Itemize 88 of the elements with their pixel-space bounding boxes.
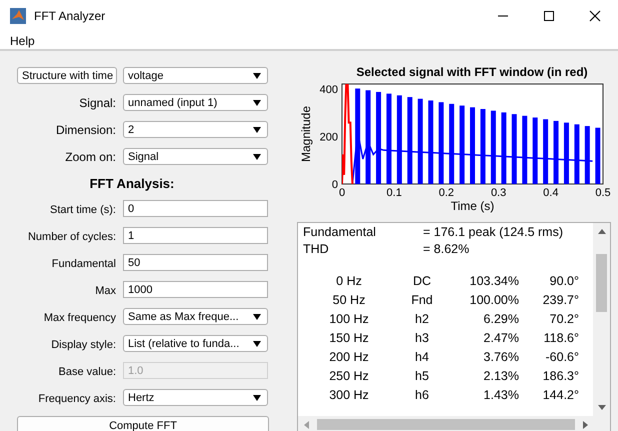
- table-cell-text: 70.2°: [548, 312, 579, 326]
- table-cell-text: 100.00%: [468, 292, 519, 306]
- table-cell-text: DC: [412, 274, 432, 288]
- table-cell-text: 186.3°: [542, 368, 579, 382]
- structure-button[interactable]: Structure with time: [17, 67, 117, 84]
- menu-item[interactable]: Help: [10, 34, 35, 48]
- field-label: Signal:: [78, 96, 116, 110]
- axis-tick-label: 0.1: [386, 187, 402, 199]
- select-dropdown[interactable]: List (relative to funda...: [123, 335, 268, 352]
- field-label: Display style:: [51, 338, 116, 350]
- table-cell-text: 144.2°: [542, 388, 579, 402]
- compute-button[interactable]: Compute FFT: [17, 416, 269, 431]
- axis-tick-label: 0.5: [595, 187, 611, 199]
- caret-icon: [253, 154, 261, 160]
- table-cell-text: 200 Hz: [328, 350, 370, 364]
- field-label: Dimension:: [54, 122, 116, 136]
- scroll-thumb[interactable]: [596, 254, 607, 312]
- table-cell-text: 50 Hz: [332, 292, 366, 306]
- input-field[interactable]: 0: [123, 200, 268, 217]
- maximize-icon[interactable]: [543, 10, 555, 22]
- table-cell-text: 300 Hz: [328, 388, 370, 402]
- table-cell-text: h3: [414, 330, 430, 344]
- table-cell-text: 100 Hz: [328, 312, 370, 326]
- table-cell-text: 6.29%: [482, 312, 519, 326]
- variable-dropdown[interactable]: voltage: [123, 67, 268, 84]
- table-cell-text: Fnd: [410, 292, 434, 306]
- app-icon: [10, 8, 26, 24]
- table-cell-text: -60.6°: [544, 350, 579, 364]
- axis-tick-label: 400: [320, 84, 338, 96]
- table-cell-text: 90.0°: [548, 274, 579, 288]
- close-icon[interactable]: [589, 10, 601, 22]
- table-cell-text: h5: [414, 368, 430, 382]
- table-cell-text: h4: [414, 350, 430, 364]
- table-cell-text: h2: [414, 312, 430, 326]
- table-cell-text: 103.34%: [468, 274, 519, 288]
- axis-label: Time (s): [450, 199, 494, 213]
- select-dropdown[interactable]: Hertz: [123, 389, 268, 406]
- caret-icon: [253, 100, 261, 106]
- input-field[interactable]: 1000: [123, 281, 268, 298]
- caret-icon: [253, 72, 261, 78]
- field-label: Fundamental: [52, 258, 116, 270]
- field-label: Frequency axis:: [38, 392, 116, 404]
- input-field[interactable]: 1: [123, 227, 268, 244]
- table-cell-text: 150 Hz: [328, 330, 370, 344]
- axis-tick-label: 0.2: [438, 187, 454, 199]
- select-dropdown[interactable]: Same as Max freque...: [123, 308, 268, 325]
- field-label: Max frequency: [44, 312, 116, 324]
- window-title: FFT Analyzer: [34, 9, 106, 23]
- input-field[interactable]: 50: [123, 254, 268, 271]
- axis-tick-label: 0: [338, 187, 346, 199]
- table-cell-text: 239.7°: [542, 292, 579, 306]
- section-heading: FFT Analysis:: [88, 176, 176, 191]
- result-value: = 8.62%: [423, 242, 470, 256]
- table-cell-text: 250 Hz: [328, 368, 370, 382]
- caret-icon: [253, 314, 261, 320]
- table-cell-text: 118.6°: [542, 330, 579, 344]
- result-name: THD: [303, 242, 330, 256]
- table-cell-text: 0 Hz: [335, 274, 363, 288]
- select-dropdown[interactable]: 2: [123, 121, 268, 138]
- scroll-right-icon[interactable]: [583, 420, 588, 428]
- field-label: Start time (s):: [50, 204, 116, 216]
- field-label: Max: [95, 284, 116, 296]
- axis-tick-label: 0.4: [543, 187, 558, 199]
- table-cell-text: h6: [414, 388, 430, 402]
- scroll-thumb[interactable]: [317, 419, 575, 430]
- caret-icon: [253, 340, 261, 346]
- caret-icon: [253, 126, 261, 132]
- axis-tick-label: 0: [332, 179, 338, 191]
- table-cell-text: 2.47%: [482, 330, 519, 344]
- scroll-down-icon[interactable]: [598, 405, 606, 410]
- scroll-up-icon[interactable]: [598, 229, 606, 234]
- axis-label: Magnitude: [299, 106, 313, 162]
- horizontal-scrollbar[interactable]: [298, 416, 610, 431]
- field-label: Base value:: [58, 366, 116, 378]
- select-dropdown[interactable]: unnamed (input 1): [123, 94, 268, 111]
- table-cell-text: 1.43%: [482, 388, 519, 402]
- table-cell-text: 3.76%: [482, 350, 519, 364]
- field-label: Number of cycles:: [28, 230, 116, 242]
- table-cell-text: 2.13%: [482, 368, 519, 382]
- select-dropdown[interactable]: Signal: [123, 148, 268, 165]
- vertical-scrollbar[interactable]: [593, 223, 610, 416]
- axis-tick-label: 0.3: [490, 187, 506, 199]
- caret-icon: [253, 394, 261, 400]
- field-label: Zoom on:: [64, 150, 116, 164]
- result-name: Fundamental: [303, 224, 377, 238]
- axis-tick-label: 200: [320, 132, 338, 144]
- result-value: = 176.1 peak (124.5 rms): [423, 224, 564, 238]
- chart-title: Selected signal with FFT window (in red): [356, 65, 588, 79]
